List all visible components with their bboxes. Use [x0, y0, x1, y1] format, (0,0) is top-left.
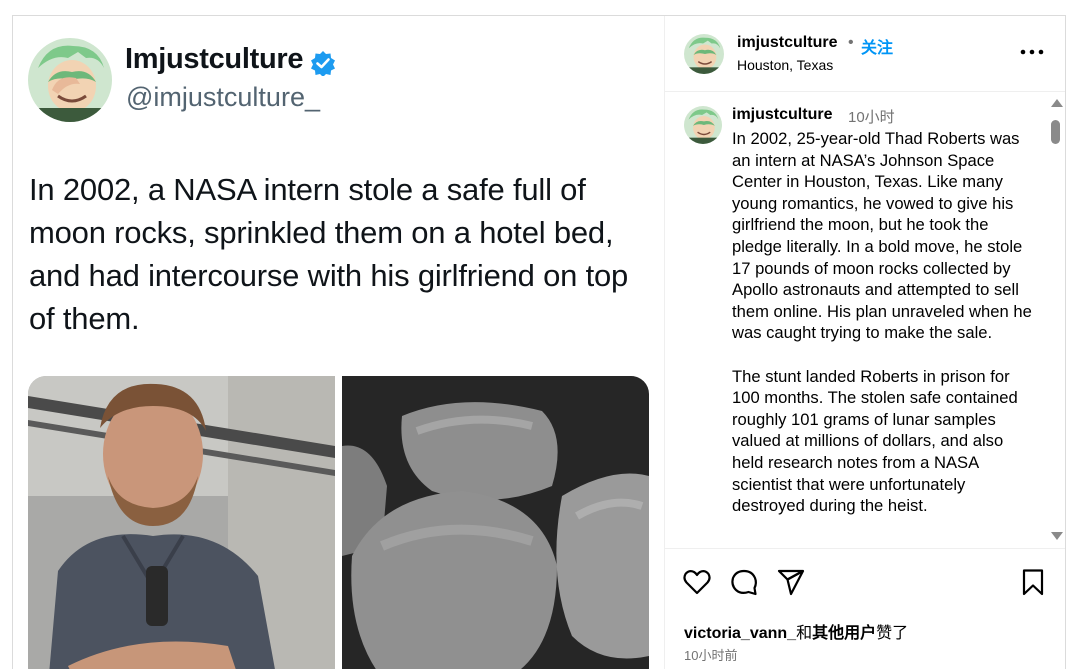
more-icon[interactable] [1019, 43, 1045, 61]
follow-button[interactable]: 关注 [861, 34, 893, 58]
likes-suffix: 赞了 [876, 625, 909, 642]
post-location[interactable]: Houston, Texas [737, 57, 833, 73]
caption-text: In 2002, 25-year-old Thad Roberts was an… [732, 129, 1032, 516]
tweet-text: In 2002, a NASA intern stole a safe full… [29, 172, 629, 336]
scroll-up-arrow-icon[interactable] [1051, 99, 1063, 107]
caption-username[interactable]: imjustculture [732, 106, 832, 124]
separator-dot: • [848, 34, 854, 51]
post-info-panel: imjustculture • 关注 Houston, Texas imjust… [664, 16, 1065, 669]
caption-avatar[interactable] [684, 106, 722, 144]
author-username[interactable]: imjustculture [737, 34, 837, 52]
tweet-avatar [28, 38, 112, 122]
photo-man [28, 376, 335, 669]
liker-username[interactable]: victoria_vann_ [684, 625, 796, 642]
likes-summary[interactable]: victoria_vann_和其他用户赞了 [684, 619, 908, 643]
likes-others[interactable]: 其他用户 [812, 625, 876, 642]
post-modal: Imjustculture @imjustculture_ In 2002, a… [12, 15, 1066, 669]
likes-connector: 和 [796, 625, 813, 642]
post-age[interactable]: 10小时前 [684, 645, 737, 664]
heart-icon[interactable] [682, 567, 712, 597]
caption-area[interactable]: imjustculture 10小时 In 2002, 25-year-old … [665, 93, 1065, 548]
post-media[interactable]: Imjustculture @imjustculture_ In 2002, a… [13, 16, 664, 669]
post-header: imjustculture • 关注 Houston, Texas [665, 16, 1065, 92]
comment-icon[interactable] [729, 567, 759, 597]
author-avatar[interactable] [684, 34, 724, 74]
scroll-down-arrow-icon[interactable] [1051, 532, 1063, 540]
tweet-display-name: Imjustculture [125, 43, 304, 75]
action-bar: victoria_vann_和其他用户赞了 10小时前 [665, 548, 1065, 669]
verified-badge-icon [310, 50, 336, 77]
bookmark-icon[interactable] [1018, 567, 1048, 597]
share-icon[interactable] [776, 567, 806, 597]
caption-scrollbar[interactable] [1048, 95, 1063, 548]
caption-time: 10小时 [848, 109, 895, 126]
photo-moon-rocks [342, 376, 649, 669]
scrollbar-thumb[interactable] [1051, 120, 1060, 144]
tweet-handle: @imjustculture_ [126, 82, 320, 112]
